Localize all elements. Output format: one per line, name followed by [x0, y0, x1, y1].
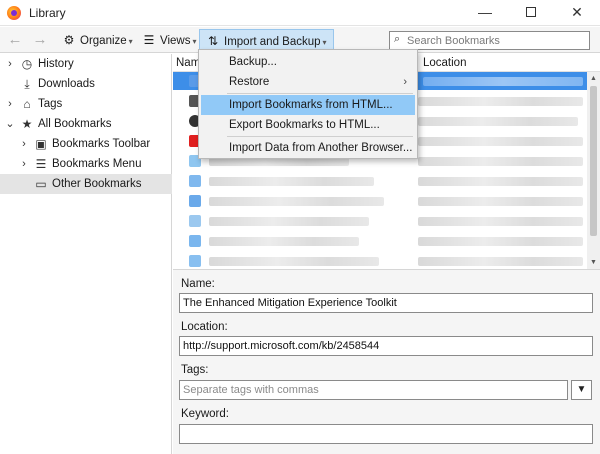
table-row[interactable] [173, 172, 587, 190]
chevron-down-icon: ▾ [322, 38, 327, 47]
submenu-arrow-icon: › [403, 76, 407, 88]
back-arrow-icon[interactable]: ← [6, 31, 24, 49]
menu-icon: ☰ [35, 157, 47, 171]
download-icon: ⤓ [24, 77, 30, 91]
name-label: Name: [181, 278, 215, 290]
sidebar-item-label: History [38, 58, 74, 70]
organize-button[interactable]: ⚙ Organize ▾ [58, 29, 137, 51]
favicon-icon [189, 235, 201, 247]
sidebar-item-bookmarks-menu[interactable]: › ☰ Bookmarks Menu [0, 154, 172, 174]
clock-icon: ◷ [21, 57, 33, 71]
chevron-right-icon[interactable]: › [19, 134, 29, 154]
favicon-icon [189, 175, 201, 187]
sidebar-item-label: Tags [38, 98, 63, 110]
menu-item-restore[interactable]: Restore › [201, 72, 415, 92]
favicon-icon [189, 215, 201, 227]
sidebar-item-all-bookmarks[interactable]: ⌄ ★ All Bookmarks [0, 114, 172, 134]
chevron-down-icon: ▾ [192, 37, 197, 46]
chevron-right-icon[interactable]: › [19, 154, 29, 174]
menu-item-import-other-browser[interactable]: Import Data from Another Browser... [201, 138, 415, 158]
location-field[interactable] [179, 336, 593, 356]
sidebar-item-label: Bookmarks Menu [52, 158, 142, 170]
organize-label: Organize [80, 35, 127, 47]
vertical-scrollbar[interactable]: ▲ ▼ [587, 72, 600, 269]
close-button[interactable]: ✕ [554, 0, 600, 26]
chevron-down-icon: ▾ [128, 37, 133, 46]
sidebar-item-bookmarks-toolbar[interactable]: › ▣ Bookmarks Toolbar [0, 134, 172, 154]
views-button[interactable]: ☰ Views ▾ [138, 29, 200, 51]
import-and-backup-label: Import and Backup [224, 36, 321, 48]
name-field[interactable] [179, 293, 593, 313]
scrollbar-thumb[interactable] [590, 86, 597, 236]
menu-separator [227, 136, 413, 137]
minimize-button[interactable]: — [462, 0, 508, 26]
table-row[interactable] [173, 232, 587, 250]
column-location[interactable]: Location [423, 57, 466, 69]
menu-separator [227, 93, 413, 94]
import-and-backup-button[interactable]: ⇅ Import and Backup ▾ [199, 29, 334, 51]
chevron-right-icon[interactable]: › [5, 54, 15, 74]
import-backup-menu: Backup... Restore › Import Bookmarks fro… [198, 49, 418, 159]
search-box[interactable]: ⌕ [389, 31, 590, 50]
forward-arrow-icon[interactable]: → [31, 31, 49, 49]
maximize-icon [526, 7, 536, 18]
table-row[interactable] [173, 212, 587, 230]
tags-label: Tags: [181, 364, 209, 376]
favicon-icon [189, 195, 201, 207]
gear-icon: ⚙ [63, 33, 75, 47]
title-bar: Library — ✕ [0, 0, 600, 26]
menu-item-restore-label: Restore [229, 76, 270, 88]
star-icon: ★ [21, 117, 33, 131]
location-label: Location: [181, 321, 228, 333]
scroll-down-icon[interactable]: ▼ [587, 256, 600, 269]
sidebar-item-other-bookmarks[interactable]: ▭ Other Bookmarks [0, 174, 172, 194]
sidebar-item-label: All Bookmarks [38, 118, 112, 130]
sidebar-item-downloads[interactable]: ⤓ Downloads [0, 74, 172, 94]
table-row[interactable] [173, 192, 587, 210]
table-row[interactable] [173, 252, 587, 269]
keyword-label: Keyword: [181, 408, 229, 420]
views-label: Views [160, 35, 191, 47]
menu-item-export-html[interactable]: Export Bookmarks to HTML... [201, 115, 415, 135]
sidebar-item-label: Downloads [38, 78, 95, 90]
chevron-right-icon[interactable]: › [5, 94, 15, 114]
firefox-logo-icon [7, 6, 21, 20]
tag-icon: ⌂ [23, 97, 31, 111]
folder-icon: ▭ [35, 177, 47, 191]
search-input[interactable] [407, 33, 587, 48]
tags-dropdown-button[interactable]: ▼ [571, 380, 592, 400]
bookmark-details-pane: Name: Location: Tags: ▼ Keyword: [173, 269, 600, 454]
search-icon: ⌕ [394, 33, 401, 45]
sidebar-item-tags[interactable]: › ⌂ Tags [0, 94, 172, 114]
maximize-button[interactable] [508, 0, 554, 26]
sidebar-item-label: Bookmarks Toolbar [52, 138, 151, 150]
chevron-down-icon[interactable]: ⌄ [5, 114, 15, 134]
tags-field[interactable] [179, 380, 568, 400]
menu-item-import-html[interactable]: Import Bookmarks from HTML... [201, 95, 415, 115]
sidebar-item-history[interactable]: › ◷ History [0, 54, 172, 74]
menu-item-backup[interactable]: Backup... [201, 52, 415, 72]
favicon-icon [189, 255, 201, 267]
toolbar-icon: ▣ [35, 137, 47, 151]
keyword-field[interactable] [179, 424, 593, 444]
sidebar: › ◷ History ⤓ Downloads › ⌂ Tags ⌄ ★ All… [0, 54, 172, 454]
list-icon: ☰ [143, 33, 155, 47]
scroll-up-icon[interactable]: ▲ [587, 72, 600, 85]
sidebar-item-label: Other Bookmarks [52, 178, 142, 190]
window-title: Library [29, 6, 66, 20]
